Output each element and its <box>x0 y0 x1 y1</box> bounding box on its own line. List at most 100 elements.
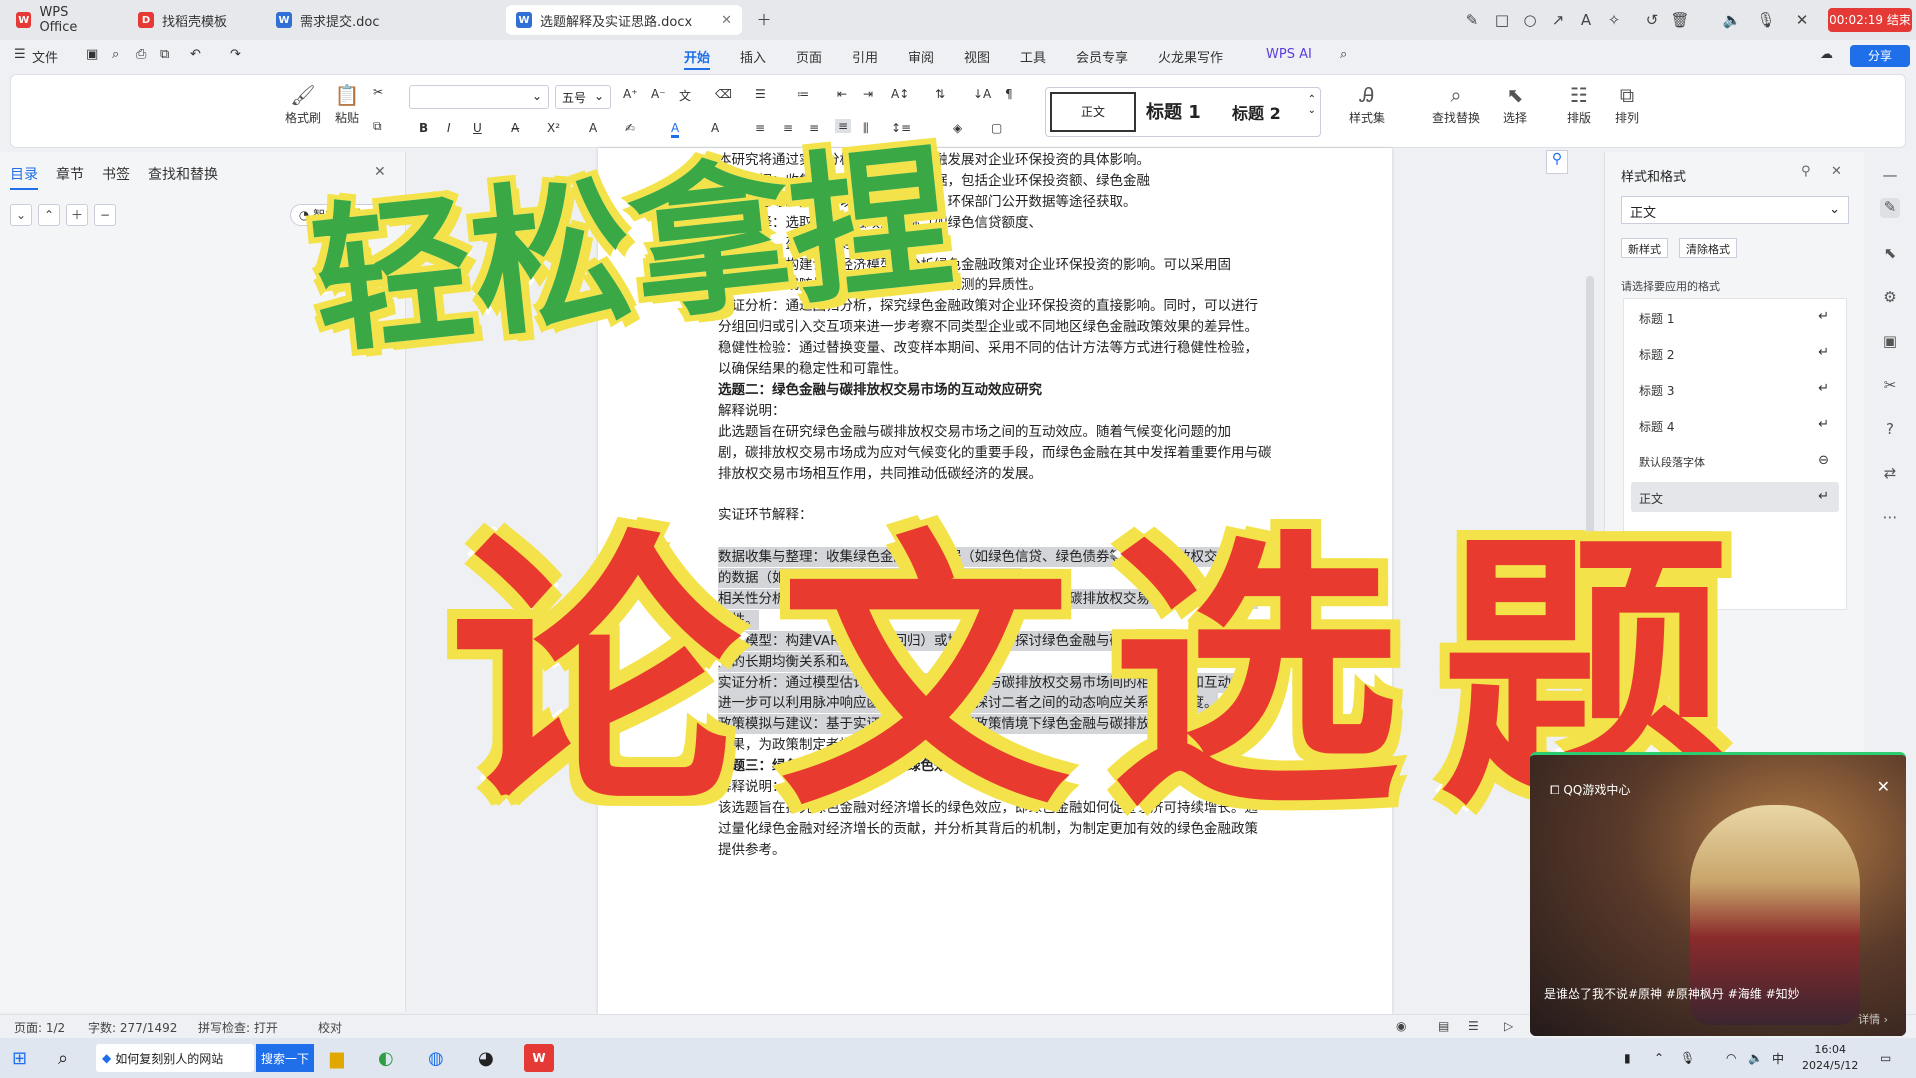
style-item-heading4[interactable]: 标题 4 ↵ <box>1631 410 1839 440</box>
qq-icon[interactable]: ◕ <box>478 1044 494 1072</box>
redo-icon[interactable]: ↷ <box>230 47 241 62</box>
up-icon[interactable]: ⌃ <box>38 204 60 226</box>
page-view-icon[interactable]: ▤ <box>1438 1019 1449 1033</box>
style-item-heading3[interactable]: 标题 3 ↵ <box>1631 374 1839 404</box>
arrow-icon[interactable]: ↗ <box>1548 10 1568 30</box>
browser-icon[interactable]: ◐ <box>378 1044 394 1072</box>
arrange-button[interactable]: ⧉ 排列 <box>1607 83 1647 126</box>
taskbar-search-box[interactable]: ◆ 如何复刻别人的网站 <box>96 1044 254 1072</box>
adjust-icon[interactable]: ⚙ <box>1880 288 1900 308</box>
tools-icon[interactable]: ✂ <box>1880 376 1900 396</box>
font-name-select[interactable]: ⌄ <box>409 85 549 109</box>
collapse-icon[interactable]: ⌄ <box>10 204 32 226</box>
copy-icon[interactable]: ⧉ <box>373 119 382 134</box>
pin-icon[interactable]: ⚲ <box>1801 164 1811 179</box>
grow-font-icon[interactable]: A⁺ <box>623 87 638 101</box>
underline-icon[interactable]: U <box>473 121 482 135</box>
find-replace-button[interactable]: ⌕ 查找替换 <box>1425 83 1487 126</box>
popup-detail-link[interactable]: 详情 › <box>1858 1011 1888 1027</box>
menu-icon[interactable]: ☰ <box>14 47 26 62</box>
spell-check[interactable]: 拼写检查: 打开 <box>198 1019 278 1036</box>
clock[interactable]: 16:04 2024/5/12 <box>1802 1042 1858 1074</box>
border-icon[interactable]: ▢ <box>991 121 1002 135</box>
menu-view[interactable]: 视图 <box>964 47 990 66</box>
mic-icon[interactable]: 🎙 <box>1756 10 1776 30</box>
folder-icon[interactable]: ▆ <box>330 1044 344 1072</box>
numbered-list-icon[interactable]: ≔ <box>797 87 809 101</box>
print-icon[interactable]: ⎙ <box>136 47 146 62</box>
style-item-heading2[interactable]: 标题 2 ↵ <box>1631 338 1839 368</box>
more-icon[interactable]: ⋯ <box>1880 508 1900 528</box>
speaker-icon[interactable]: 🔈 <box>1722 10 1742 30</box>
menu-reference[interactable]: 引用 <box>852 47 878 66</box>
share-icon[interactable]: ⇄ <box>1880 464 1900 484</box>
pen-edit-icon[interactable]: ✎ <box>1880 198 1900 218</box>
text-icon[interactable]: A <box>1576 10 1596 30</box>
recording-timer[interactable]: 00:02:19 结束 <box>1828 8 1912 32</box>
collapse-icon[interactable]: — <box>1880 166 1900 186</box>
cut-icon[interactable]: ✂ <box>373 85 383 99</box>
menu-tools[interactable]: 工具 <box>1020 47 1046 66</box>
tab-wps-office[interactable]: W WPS Office <box>6 5 118 35</box>
menu-insert[interactable]: 插入 <box>740 47 766 66</box>
menu-review[interactable]: 审阅 <box>908 47 934 66</box>
outline-view-icon[interactable]: ☰ <box>1468 1019 1479 1033</box>
close-icon[interactable]: ✕ <box>1831 164 1842 179</box>
bold-icon[interactable]: B <box>419 121 428 135</box>
close-icon[interactable]: ✕ <box>721 13 732 28</box>
undo-icon[interactable]: ↶ <box>190 47 201 62</box>
tab-requirement-doc[interactable]: W 需求提交.doc <box>266 5 498 35</box>
help-icon[interactable]: ? <box>1880 420 1900 440</box>
save-icon[interactable]: ▣ <box>86 47 98 62</box>
pen-icon[interactable]: ✎ <box>1462 10 1482 30</box>
menu-member[interactable]: 会员专享 <box>1076 47 1128 66</box>
new-style-button[interactable]: 新样式 <box>1621 238 1668 258</box>
style-set-button[interactable]: Ꭿ 样式集 <box>1343 83 1391 126</box>
close-icon[interactable]: ✕ <box>1877 777 1890 796</box>
menu-file[interactable]: 文件 <box>32 47 58 66</box>
play-icon[interactable]: ▷ <box>1504 1019 1513 1033</box>
tray-chevron-icon[interactable]: ⌃ <box>1654 1044 1664 1072</box>
select-button[interactable]: ⬉ 选择 <box>1495 83 1535 126</box>
wifi-icon[interactable]: ◠ <box>1726 1044 1736 1072</box>
gallery-scroll-icon[interactable]: ⌃ ⌄ <box>1308 94 1316 116</box>
shrink-font-icon[interactable]: A⁻ <box>651 87 666 101</box>
style-heading2[interactable]: 标题 2 <box>1232 100 1281 124</box>
tab-bookmark[interactable]: 书签 <box>102 164 130 184</box>
eraser-icon[interactable]: ⌫ <box>715 87 732 101</box>
tab-toc[interactable]: 目录 <box>10 164 38 190</box>
search-go-button[interactable]: 搜索一下 <box>256 1044 314 1072</box>
new-tab-icon[interactable]: ＋ <box>754 10 774 30</box>
ime-indicator[interactable]: 中 <box>1772 1044 1784 1072</box>
tab-chapter[interactable]: 章节 <box>56 164 84 184</box>
trash-icon[interactable]: 🗑 <box>1670 10 1690 30</box>
eye-icon[interactable]: ◉ <box>1396 1019 1406 1033</box>
game-popup[interactable]: ⧠ QQ游戏中心 ✕ 是谁怂了我不说#原神 #原神枫丹 #海维 #知妙 详情 › <box>1530 752 1906 1036</box>
pinyin-icon[interactable]: 文 <box>679 87 691 104</box>
tab-docer[interactable]: D 找稻壳模板 <box>128 5 256 35</box>
mic-icon[interactable]: 🎙 <box>1680 1044 1695 1072</box>
menu-page[interactable]: 页面 <box>796 47 822 66</box>
clear-format-button[interactable]: 清除格式 <box>1679 238 1737 258</box>
app-icon[interactable]: ◍ <box>428 1044 444 1072</box>
cloud-icon[interactable]: ☁ <box>1820 47 1833 62</box>
bullet-list-icon[interactable]: ☰ <box>755 87 766 101</box>
sort-az-icon[interactable]: ↓A <box>973 87 991 101</box>
wps-taskbar-icon[interactable]: W <box>524 1044 554 1072</box>
rectangle-icon[interactable]: □ <box>1492 10 1512 30</box>
shading-icon[interactable]: ◈ <box>953 121 962 135</box>
font-size-select[interactable]: 五号 ⌄ <box>555 85 611 109</box>
paste-button[interactable]: 📋 粘贴 <box>327 83 367 126</box>
menu-wps-ai[interactable]: WPS AI <box>1266 47 1312 62</box>
proofread[interactable]: 校对 <box>318 1019 342 1036</box>
search-doc-icon[interactable]: ⌕ <box>112 47 119 62</box>
image-icon[interactable]: ▣ <box>1880 332 1900 352</box>
cursor-icon[interactable]: ⬉ <box>1880 244 1900 264</box>
close-recording-icon[interactable]: ✕ <box>1792 10 1812 30</box>
windows-start-icon[interactable]: ⊞ <box>12 1044 27 1072</box>
show-marks-icon[interactable]: ¶ <box>1005 87 1013 101</box>
add-icon[interactable]: ＋ <box>66 204 88 226</box>
magic-icon[interactable]: ✧ <box>1604 10 1624 30</box>
style-heading1[interactable]: 标题 1 <box>1146 98 1201 124</box>
location-pin-icon[interactable]: ⚲ <box>1546 150 1568 174</box>
